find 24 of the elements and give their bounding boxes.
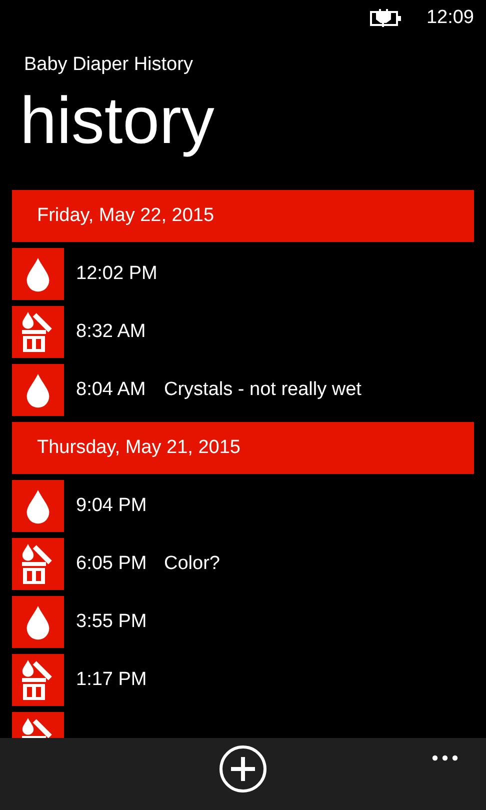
app-title: Baby Diaper History bbox=[24, 54, 194, 76]
entry-note: Crystals - not really wet bbox=[164, 379, 362, 401]
entry-note: Color? bbox=[164, 553, 220, 575]
date-header[interactable]: Thursday, May 21, 2015 bbox=[12, 422, 474, 474]
drop-and-bin-icon bbox=[12, 538, 64, 590]
water-drop-icon bbox=[12, 248, 64, 300]
entry-time: 8:04 AM bbox=[76, 379, 147, 401]
date-header[interactable]: Friday, May 22, 2015 bbox=[12, 190, 474, 242]
entry-time: 8:32 AM bbox=[76, 321, 147, 343]
status-time: 12:09 bbox=[426, 7, 474, 29]
date-label: Thursday, May 21, 2015 bbox=[36, 437, 240, 459]
entry-time: 3:55 PM bbox=[76, 611, 148, 633]
water-drop-icon bbox=[12, 596, 64, 648]
drop-and-bin-icon bbox=[12, 654, 64, 706]
entry-time: 12:02 PM bbox=[76, 263, 156, 285]
add-button[interactable] bbox=[219, 745, 267, 793]
entry-time: 6:05 PM bbox=[76, 553, 148, 575]
date-label: Friday, May 22, 2015 bbox=[36, 205, 214, 227]
drop-and-bin-icon bbox=[12, 306, 64, 358]
water-drop-icon bbox=[12, 480, 64, 532]
entry-time: 9:04 PM bbox=[76, 495, 148, 517]
entry-time: 1:17 PM bbox=[76, 669, 148, 691]
water-drop-icon bbox=[12, 364, 64, 416]
page-title: history bbox=[20, 82, 216, 159]
